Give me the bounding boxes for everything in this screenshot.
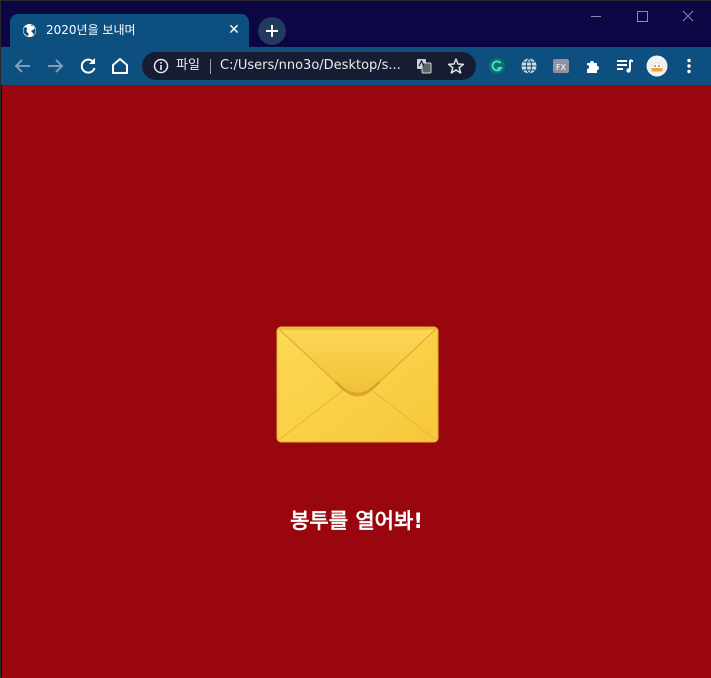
browser-window: 2020년을 보내며 ✕ 파일 C:/Users/nno3o/Desktop/s… <box>0 0 711 678</box>
forward-icon <box>48 59 64 73</box>
new-tab-button[interactable] <box>258 17 286 45</box>
media-queue-icon[interactable] <box>615 56 635 76</box>
maximize-button[interactable] <box>619 7 665 27</box>
globe-icon <box>22 23 37 38</box>
window-close-button[interactable] <box>665 7 711 27</box>
tab-title: 2020년을 보내며 <box>46 23 136 37</box>
active-tab[interactable]: 2020년을 보내며 ✕ <box>10 14 249 47</box>
toolbar: 파일 C:/Users/nno3o/Desktop/s... FX <box>1 47 711 85</box>
svg-text:FX: FX <box>556 63 567 72</box>
profile-avatar[interactable] <box>646 55 668 77</box>
back-button[interactable] <box>12 55 34 77</box>
page-content: 봉투를 열어봐! <box>2 85 711 678</box>
minimize-icon <box>591 16 601 17</box>
fx-extension-icon[interactable]: FX <box>551 56 571 76</box>
home-icon <box>112 58 128 74</box>
bookmark-star-icon[interactable] <box>447 57 465 75</box>
maximize-icon <box>637 11 648 22</box>
title-bar: 2020년을 보내며 ✕ <box>1 1 711 47</box>
home-button[interactable] <box>109 55 131 77</box>
envelope-icon[interactable] <box>276 326 439 443</box>
tab-close-button[interactable]: ✕ <box>225 20 243 40</box>
grammar-extension-icon[interactable] <box>487 56 507 76</box>
reload-icon <box>80 58 96 74</box>
plus-icon <box>266 25 278 37</box>
back-icon <box>14 59 30 73</box>
address-bar[interactable]: 파일 C:/Users/nno3o/Desktop/s... <box>142 52 476 80</box>
reload-button[interactable] <box>77 55 99 77</box>
globe-extension-icon[interactable] <box>519 56 539 76</box>
more-menu-icon[interactable] <box>679 56 699 76</box>
omnibox-divider <box>210 59 211 74</box>
scheme-label: 파일 <box>176 58 200 73</box>
puzzle-extensions-icon[interactable] <box>583 56 603 76</box>
url-text[interactable]: C:/Users/nno3o/Desktop/s... <box>220 57 410 75</box>
info-icon[interactable] <box>153 58 169 74</box>
close-icon <box>682 10 694 22</box>
forward-button[interactable] <box>44 55 66 77</box>
open-envelope-caption: 봉투를 열어봐! <box>290 509 423 533</box>
translate-icon[interactable] <box>416 58 432 74</box>
minimize-button[interactable] <box>573 7 619 27</box>
